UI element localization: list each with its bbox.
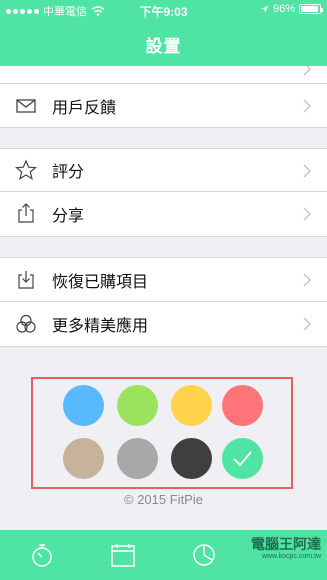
chevron-right-icon xyxy=(303,207,311,221)
star-icon xyxy=(15,159,37,180)
settings-item-restore[interactable]: 恢復已購項目 xyxy=(0,257,327,302)
stopwatch-icon[interactable] xyxy=(29,542,55,568)
mail-icon xyxy=(16,99,36,113)
watermark-logo: 電腦王阿達 www.kocpc.com.tw xyxy=(251,536,321,560)
battery-icon xyxy=(299,4,323,14)
chevron-right-icon xyxy=(303,273,311,287)
chevron-right-icon xyxy=(303,317,311,331)
share-icon xyxy=(18,203,34,223)
color-swatch-gray[interactable] xyxy=(117,438,158,479)
share-label: 分享 xyxy=(52,208,85,225)
color-swatch-tan[interactable] xyxy=(63,438,104,479)
settings-item-feedback[interactable]: 用戶反饋 xyxy=(0,84,327,128)
color-swatch-green[interactable] xyxy=(117,385,158,426)
chevron-right-icon xyxy=(303,99,311,113)
battery-percent: 96% xyxy=(272,3,295,15)
color-swatch-mint-selected[interactable] xyxy=(222,438,263,479)
chart-icon[interactable] xyxy=(191,542,217,568)
settings-item-more-apps[interactable]: 更多精美應用 xyxy=(0,302,327,347)
apps-icon xyxy=(16,314,36,333)
page-title: 設置 xyxy=(145,37,182,56)
feedback-label: 用戶反饋 xyxy=(52,99,117,117)
color-swatch-blue[interactable] xyxy=(63,385,104,426)
nav-header: 中華電信 下午9:03 96% 設置 xyxy=(0,0,327,66)
theme-color-palette xyxy=(31,377,293,489)
color-swatch-red[interactable] xyxy=(222,385,263,426)
restore-label: 恢復已購項目 xyxy=(52,273,149,291)
chevron-right-icon xyxy=(303,164,311,178)
rate-label: 評分 xyxy=(52,164,85,181)
location-icon xyxy=(260,5,269,13)
calendar-icon[interactable] xyxy=(110,542,136,568)
settings-item-share[interactable]: 分享 xyxy=(0,192,327,237)
settings-item-rate[interactable]: 評分 xyxy=(0,148,327,192)
copyright-text: © 2015 FitPie xyxy=(124,492,203,507)
color-swatch-yellow[interactable] xyxy=(171,385,212,426)
more-apps-label: 更多精美應用 xyxy=(52,318,149,335)
color-swatch-dark[interactable] xyxy=(171,438,212,479)
checkmark-icon xyxy=(233,451,252,467)
status-bar: 中華電信 下午9:03 96% xyxy=(0,0,327,20)
restore-icon xyxy=(18,271,34,289)
